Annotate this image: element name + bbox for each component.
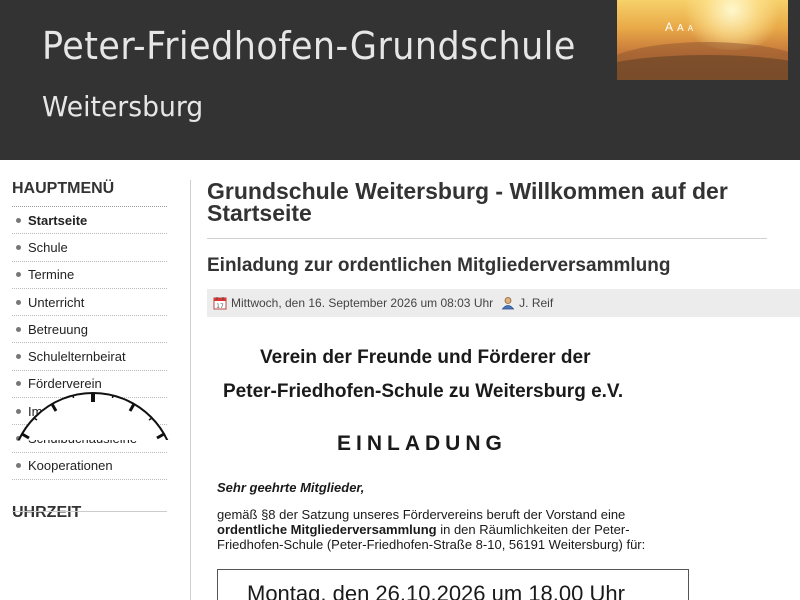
bullet-icon	[16, 463, 21, 469]
doc-salutation: Sehr geehrte Mitglieder,	[217, 480, 365, 495]
menu-item-label: Startseite	[28, 212, 88, 228]
bullet-icon	[16, 299, 21, 305]
menu-item-schule[interactable]: Schule	[12, 234, 167, 262]
doc-org-line1: Verein der Freunde und Förderer der	[260, 347, 591, 368]
doc-org-line2: Peter-Friedhofen-Schule zu Weitersburg e…	[223, 381, 624, 402]
menu-item-label: Kooperationen	[28, 458, 113, 474]
menu-item-unterricht[interactable]: Unterricht	[12, 289, 167, 317]
hill-shape	[617, 55, 788, 80]
article-meta: 17 Mittwoch, den 16. September 2026 um 0…	[207, 289, 800, 317]
clock-minute-tick	[72, 394, 75, 399]
main-content: Grundschule Weitersburg - Willkommen auf…	[207, 180, 800, 600]
menu-item-startseite[interactable]: Startseite	[12, 207, 167, 235]
font-reset-button[interactable]: A	[677, 23, 684, 34]
header-photo	[617, 0, 788, 80]
font-larger-button[interactable]: A	[665, 20, 673, 34]
sidebar-divider	[12, 511, 167, 512]
analog-clock	[17, 392, 169, 440]
column-divider	[190, 180, 191, 600]
bullet-icon	[16, 272, 21, 278]
article-title[interactable]: Einladung zur ordentlichen Mitgliederver…	[207, 255, 800, 277]
bullet-icon	[16, 326, 21, 332]
menu-item-label: Unterricht	[28, 294, 85, 310]
menu-item-label: Betreuung	[28, 321, 88, 337]
font-size-tools: AAA	[665, 20, 697, 34]
clock-minute-tick	[111, 394, 114, 399]
site-subtitle: Weitersburg	[42, 90, 204, 123]
calendar-icon: 17	[213, 297, 227, 310]
sidebar: HAUPTMENÜ Startseite Schule Termine Unte…	[12, 180, 167, 530]
article-author: J. Reif	[501, 296, 553, 310]
author-name: J. Reif	[519, 296, 554, 310]
doc-body-bold: ordentliche Mitgliederversammlung	[217, 522, 437, 537]
font-smaller-button[interactable]: A	[688, 24, 693, 33]
invitation-document: Verein der Freunde und Förderer der Pete…	[207, 317, 800, 600]
site-title[interactable]: Peter-Friedhofen-Grundschule	[42, 24, 576, 68]
menu-item-label: Schule	[28, 239, 68, 255]
menu-item-schulelternbeirat[interactable]: Schulelternbeirat	[12, 343, 167, 371]
menu-item-label: Termine	[28, 267, 75, 283]
clock-heading: UHRZEIT	[12, 503, 82, 521]
article-date: Mittwoch, den 16. September 2026 um 08:0…	[231, 296, 494, 310]
menu-heading: HAUPTMENÜ	[12, 180, 167, 207]
svg-text:17: 17	[216, 303, 224, 310]
doc-body-text: gemäß §8 der Satzung unseres Förderverei…	[217, 507, 626, 522]
menu-item-termine[interactable]: Termine	[12, 262, 167, 289]
doc-heading: EINLADUNG	[337, 432, 507, 455]
menu-item-kooperationen[interactable]: Kooperationen	[12, 453, 167, 480]
doc-date: Montag, den 26.10.2026 um 18.00 Uhr	[247, 581, 625, 600]
doc-body: gemäß §8 der Satzung unseres Förderverei…	[217, 507, 672, 552]
site-header: Peter-Friedhofen-Grundschule Weitersburg…	[0, 0, 800, 160]
user-icon	[501, 297, 515, 310]
bullet-icon	[16, 354, 21, 360]
bullet-icon	[16, 244, 21, 250]
bullet-icon	[16, 217, 21, 223]
menu-item-label: Schulelternbeirat	[28, 349, 126, 365]
menu-item-betreuung[interactable]: Betreuung	[12, 316, 167, 344]
page-title: Grundschule Weitersburg - Willkommen auf…	[207, 180, 767, 239]
